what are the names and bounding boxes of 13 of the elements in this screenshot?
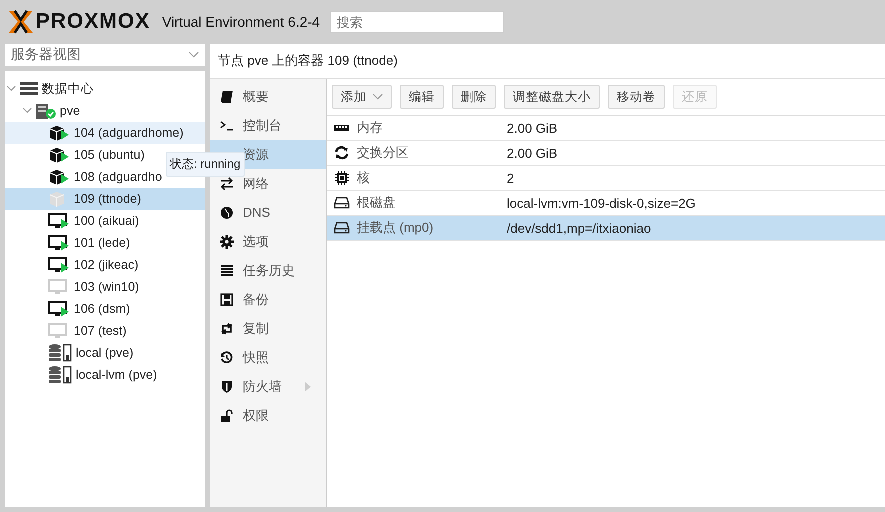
version-label: Virtual Environment 6.2-4 (162, 14, 320, 30)
table-cell-text: 内存 (357, 119, 384, 137)
table-cell-text: 核 (357, 169, 371, 187)
table-cell-text: 挂载点 (mp0) (357, 219, 435, 237)
table-cell: 2.00 GiB (507, 146, 558, 160)
logo: PROXMOX (8, 10, 150, 34)
table-cell: 2 (507, 170, 514, 186)
table-cell-text: 根磁盘 (357, 194, 397, 212)
tooltip: 状态: running (166, 152, 245, 177)
table-cell-text: 交换分区 (357, 144, 410, 162)
table-cell: /dev/sdd1,mp=/itxiaoniao (507, 220, 652, 236)
table-cell: local-lvm:vm-109-disk-0,size=2G (507, 196, 696, 210)
table-cell: 2.00 GiB (507, 120, 558, 136)
